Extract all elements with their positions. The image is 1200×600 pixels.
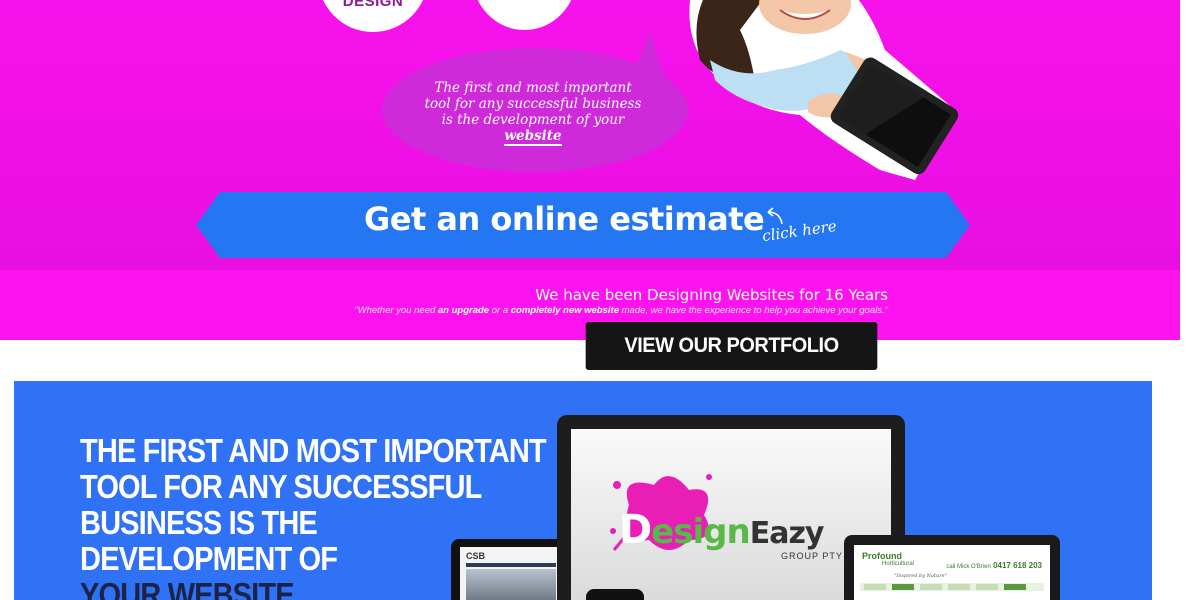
monitor-screen: DesignEazy GROUP PTY LTD	[571, 429, 891, 600]
design-circle-label: DESIGN	[342, 0, 404, 10]
online-estimate-label[interactable]: Get an online estimate	[364, 200, 765, 238]
laptop-screen: Profound Horticultural call Mick O'Brien…	[854, 545, 1050, 600]
logo-letter: D	[619, 507, 652, 553]
logo-word-1: esign	[651, 512, 750, 552]
headline-line-3: BUSINESS IS THE	[80, 504, 318, 541]
headline-line-1: THE FIRST AND MOST IMPORTANT	[80, 432, 547, 469]
speech-bubble-plain-text: The first and most important tool for an…	[424, 80, 642, 128]
years-experience-text: We have been Designing Websites for 16 Y…	[535, 286, 888, 304]
tablet-site-logo: CSB	[466, 551, 486, 561]
quote-part-1: "Whether you need	[354, 305, 438, 316]
feature-section: THE FIRST AND MOST IMPORTANT TOOL FOR AN…	[14, 381, 1152, 600]
feature-headline: THE FIRST AND MOST IMPORTANT TOOL FOR AN…	[80, 432, 547, 600]
speech-bubble-emphasis: website	[504, 128, 562, 146]
online-estimate-cta[interactable]: Get an online estimate click here	[196, 192, 970, 258]
hero-section: DESIGN The first and most important tool…	[0, 0, 1180, 340]
laptop-site-phone: call Mick O'Brien 0417 618 203	[946, 561, 1042, 570]
woman-with-tablet-image	[689, 0, 959, 180]
laptop-site-nav	[860, 583, 1044, 591]
phone-device-top	[586, 589, 644, 600]
laptop-site-phone-label: call Mick O'Brien	[946, 564, 991, 570]
experience-quote: "Whether you need an upgrade or a comple…	[354, 305, 888, 316]
quote-bold-2: completely new website	[510, 305, 619, 316]
tablet-screen: CSB	[460, 547, 562, 600]
view-portfolio-button[interactable]: VIEW OUR PORTFOLIO	[585, 322, 878, 370]
laptop-site-brand: Profound	[862, 551, 902, 561]
tablet-device-mockup: CSB	[451, 539, 571, 600]
headline-line-4: DEVELOPMENT OF	[80, 540, 338, 577]
quote-bold-1: an upgrade	[437, 305, 490, 316]
laptop-site-tagline: "Inspired by Nature"	[894, 573, 947, 579]
laptop-site-phone-number: 0417 618 203	[993, 561, 1042, 570]
speech-bubble-text: The first and most important tool for an…	[420, 80, 646, 146]
speech-bubble-tail	[632, 29, 674, 81]
logo-word-2: Eazy	[749, 516, 825, 551]
headline-line-2: TOOL FOR ANY SUCCESSFUL	[80, 468, 482, 505]
tablet-site-photo	[466, 569, 556, 600]
quote-part-3: made, we have the experience to help you…	[618, 305, 888, 316]
laptop-site-brand-sub: Horticultural	[882, 561, 915, 567]
quote-part-2: or a	[489, 305, 511, 316]
design-eazy-logo: DesignEazy	[619, 507, 825, 553]
tablet-site-nav	[466, 563, 556, 567]
laptop-device-mockup: Profound Horticultural call Mick O'Brien…	[844, 535, 1060, 600]
headline-line-5: YOUR WEBSITE	[80, 576, 295, 600]
